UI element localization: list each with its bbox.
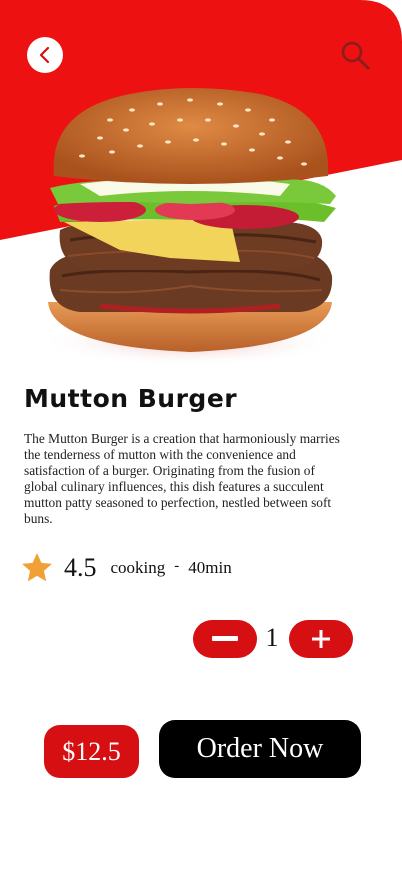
product-meta: 4.5 cooking - 40min [20,550,232,586]
cooking-label: cooking [110,558,166,577]
price-badge: $12.5 [44,725,139,778]
search-icon [341,41,370,70]
search-button[interactable] [338,38,372,72]
back-button[interactable] [27,37,63,73]
burger-image [40,88,340,366]
cooking-time: 40min [188,558,232,577]
minus-icon [212,636,238,641]
order-now-button[interactable]: Order Now [159,720,361,778]
separator: - [174,557,180,574]
quantity-increase-button[interactable] [289,620,353,658]
quantity-decrease-button[interactable] [193,620,257,658]
product-title: Mutton Burger [24,384,238,413]
star-icon [22,553,52,582]
quantity-value: 1 [265,623,279,652]
product-description: The Mutton Burger is a creation that har… [24,431,340,526]
plus-icon [312,630,330,648]
chevron-left-icon [39,46,50,64]
rating-value: 4.5 [64,553,97,582]
